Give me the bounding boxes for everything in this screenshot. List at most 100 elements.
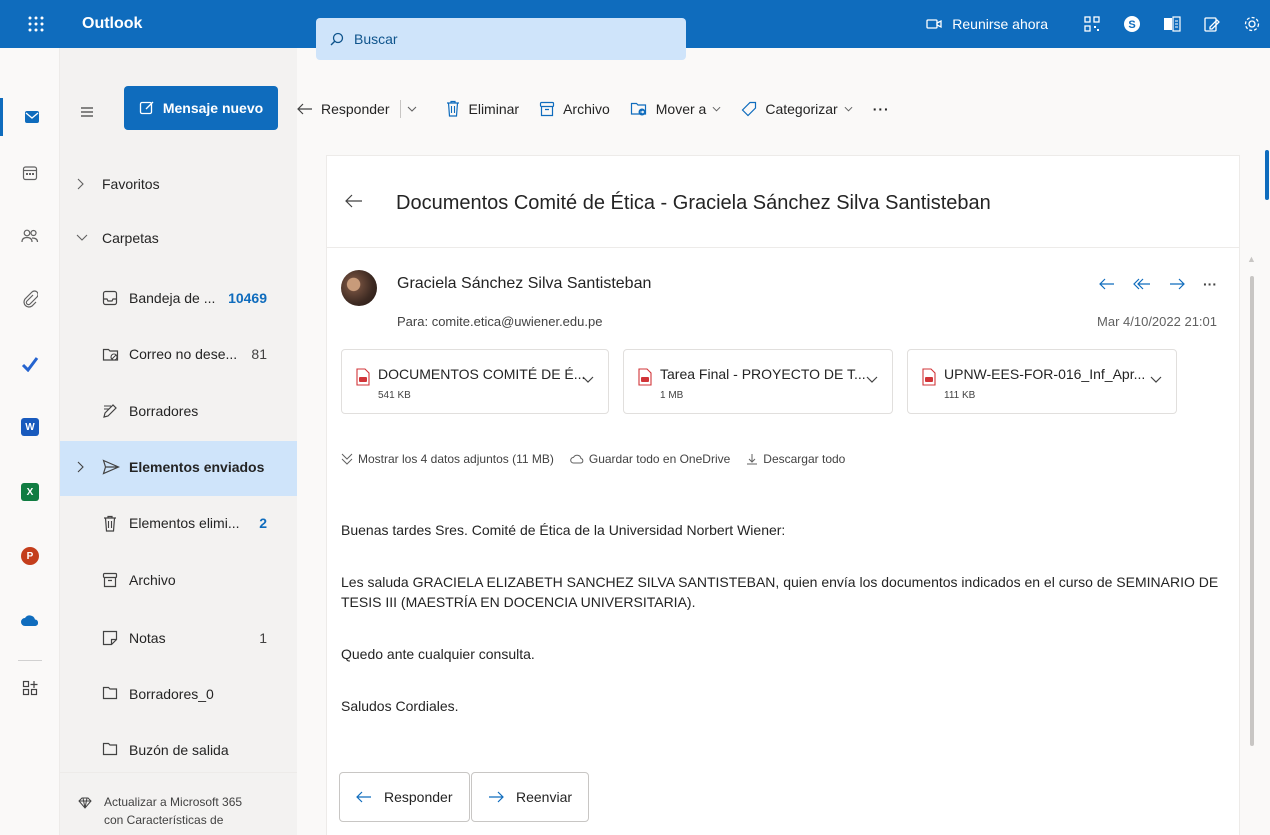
folder-sent-items[interactable]: Elementos enviados xyxy=(60,441,297,496)
word-icon[interactable]: W xyxy=(0,408,60,446)
folder-label: Archivo xyxy=(129,572,176,588)
folder-junk[interactable]: Correo no dese... 81 xyxy=(60,328,297,383)
folder-drafts[interactable]: Borradores xyxy=(60,385,297,440)
attachment-card[interactable]: UPNW-EES-FOR-016_Inf_Apr... 111 KB xyxy=(907,349,1177,414)
download-all-label: Descargar todo xyxy=(763,452,846,466)
folder-outbox[interactable]: Buzón de salida xyxy=(60,724,297,779)
reply-all-icon[interactable] xyxy=(1133,278,1151,290)
powerpoint-icon[interactable]: P xyxy=(0,537,60,575)
reply-icon[interactable] xyxy=(1099,278,1115,290)
recipient-address[interactable]: comite.etica@uwiener.edu.pe xyxy=(432,314,603,329)
folder-label: Bandeja de ... xyxy=(129,290,216,306)
settings-gear-icon[interactable] xyxy=(1234,0,1270,48)
trash-icon xyxy=(102,515,118,533)
double-chevron-down-icon xyxy=(341,453,353,465)
new-message-label: Mensaje nuevo xyxy=(162,100,264,116)
svg-text:S: S xyxy=(1128,19,1135,31)
chevron-down-icon[interactable] xyxy=(866,376,878,383)
search-icon xyxy=(330,32,344,46)
onedrive-icon[interactable] xyxy=(0,601,60,639)
more-actions-button[interactable]: ··· xyxy=(873,101,890,117)
scroll-thumb[interactable] xyxy=(1250,276,1254,746)
people-icon[interactable] xyxy=(0,217,60,255)
unread-count: 1 xyxy=(259,630,267,646)
reading-pane: Documentos Comité de Ética - Graciela Sá… xyxy=(326,155,1240,835)
archive-icon xyxy=(539,101,555,117)
pane-scroll-indicator[interactable] xyxy=(1265,150,1269,200)
chevron-right-icon[interactable] xyxy=(76,178,84,190)
mail-icon[interactable] xyxy=(0,98,60,136)
attachment-name: Tarea Final - PROYECTO DE T... xyxy=(660,366,866,382)
reply-button[interactable]: Responder xyxy=(339,772,470,822)
categorize-label: Categorizar xyxy=(765,101,838,117)
attachment-card[interactable]: DOCUMENTOS COMITÉ DE É... 541 KB xyxy=(341,349,609,414)
message-subject: Documentos Comité de Ética - Graciela Sá… xyxy=(396,192,991,214)
note-icon xyxy=(102,630,118,646)
drafts-pencil-icon xyxy=(102,403,118,419)
forward-icon[interactable] xyxy=(1169,278,1185,290)
folder-favorites[interactable]: Favoritos xyxy=(60,158,297,213)
cloud-icon xyxy=(570,454,584,464)
forward-button-label: Reenviar xyxy=(516,789,573,805)
forward-button[interactable]: Reenviar xyxy=(471,772,590,822)
pdf-file-icon xyxy=(356,368,370,386)
message-scrollbar[interactable]: ▲ xyxy=(1247,248,1256,748)
unread-count: 10469 xyxy=(228,290,267,306)
my-day-icon[interactable] xyxy=(1194,0,1230,48)
chevron-down-icon[interactable] xyxy=(1150,376,1162,383)
unread-count: 2 xyxy=(259,515,267,531)
chevron-right-icon[interactable] xyxy=(76,461,84,473)
search-box[interactable]: Buscar xyxy=(316,18,686,60)
onenote-feed-icon[interactable] xyxy=(1154,0,1190,48)
sender-name[interactable]: Graciela Sánchez Silva Santisteban xyxy=(397,275,651,293)
move-to-button[interactable]: Mover a xyxy=(630,101,722,117)
calendar-icon[interactable] xyxy=(0,154,60,192)
download-all-link[interactable]: Descargar todo xyxy=(746,452,845,466)
to-label: Para: xyxy=(397,314,429,329)
folder-drafts-0[interactable]: Borradores_0 xyxy=(60,668,297,723)
delete-button[interactable]: Eliminar xyxy=(445,100,519,118)
attachment-icon[interactable] xyxy=(0,280,60,318)
sender-avatar[interactable] xyxy=(341,270,377,306)
more-options-icon[interactable]: ··· xyxy=(1203,276,1217,292)
folder-notes[interactable]: Notas 1 xyxy=(60,612,297,667)
reply-icon xyxy=(297,103,312,115)
inbox-icon xyxy=(102,290,118,306)
download-icon xyxy=(747,454,758,465)
new-message-button[interactable]: Mensaje nuevo xyxy=(124,86,278,130)
hamburger-menu-icon[interactable] xyxy=(80,106,94,118)
app-title[interactable]: Outlook xyxy=(82,0,142,48)
reply-toolbar-button[interactable]: Responder xyxy=(297,101,390,117)
move-to-label: Mover a xyxy=(655,101,707,117)
qr-code-icon[interactable] xyxy=(1074,0,1110,48)
scroll-up-arrow-icon[interactable]: ▲ xyxy=(1247,254,1256,264)
compose-icon xyxy=(139,101,154,115)
reply-options-dropdown[interactable] xyxy=(407,106,425,112)
archive-button[interactable]: Archivo xyxy=(539,101,610,117)
rail-divider xyxy=(18,660,42,661)
upgrade-text-line1: Actualizar a Microsoft 365 xyxy=(104,795,243,809)
meet-now-button[interactable]: Reunirse ahora xyxy=(926,16,1048,32)
upgrade-text-line2: con Características de xyxy=(104,813,224,827)
excel-icon[interactable]: X xyxy=(0,473,60,511)
folder-deleted-items[interactable]: Elementos elimi... 2 xyxy=(60,497,297,552)
folder-archive[interactable]: Archivo xyxy=(60,554,297,609)
upgrade-banner[interactable]: Actualizar a Microsoft 365 con Caracterí… xyxy=(60,772,297,835)
chevron-down-icon[interactable] xyxy=(582,376,594,383)
todo-icon[interactable] xyxy=(0,345,60,383)
folder-carpetas[interactable]: Carpetas xyxy=(60,212,297,267)
categorize-button[interactable]: Categorizar xyxy=(741,101,853,117)
save-to-onedrive-link[interactable]: Guardar todo en OneDrive xyxy=(570,452,730,466)
skype-icon[interactable]: S xyxy=(1114,0,1150,48)
back-arrow-icon[interactable] xyxy=(345,194,363,208)
chevron-down-icon[interactable] xyxy=(76,234,88,242)
show-all-attachments-link[interactable]: Mostrar los 4 datos adjuntos (11 MB) xyxy=(341,452,554,466)
attachment-card[interactable]: Tarea Final - PROYECTO DE T... 1 MB xyxy=(623,349,893,414)
folder-inbox[interactable]: Bandeja de ... 10469 xyxy=(60,272,297,327)
more-apps-icon[interactable] xyxy=(0,669,60,707)
trash-icon xyxy=(446,100,459,117)
tag-icon xyxy=(741,101,757,117)
forward-icon xyxy=(489,791,504,803)
reply-label: Responder xyxy=(321,101,390,117)
app-launcher-icon[interactable] xyxy=(0,0,72,48)
